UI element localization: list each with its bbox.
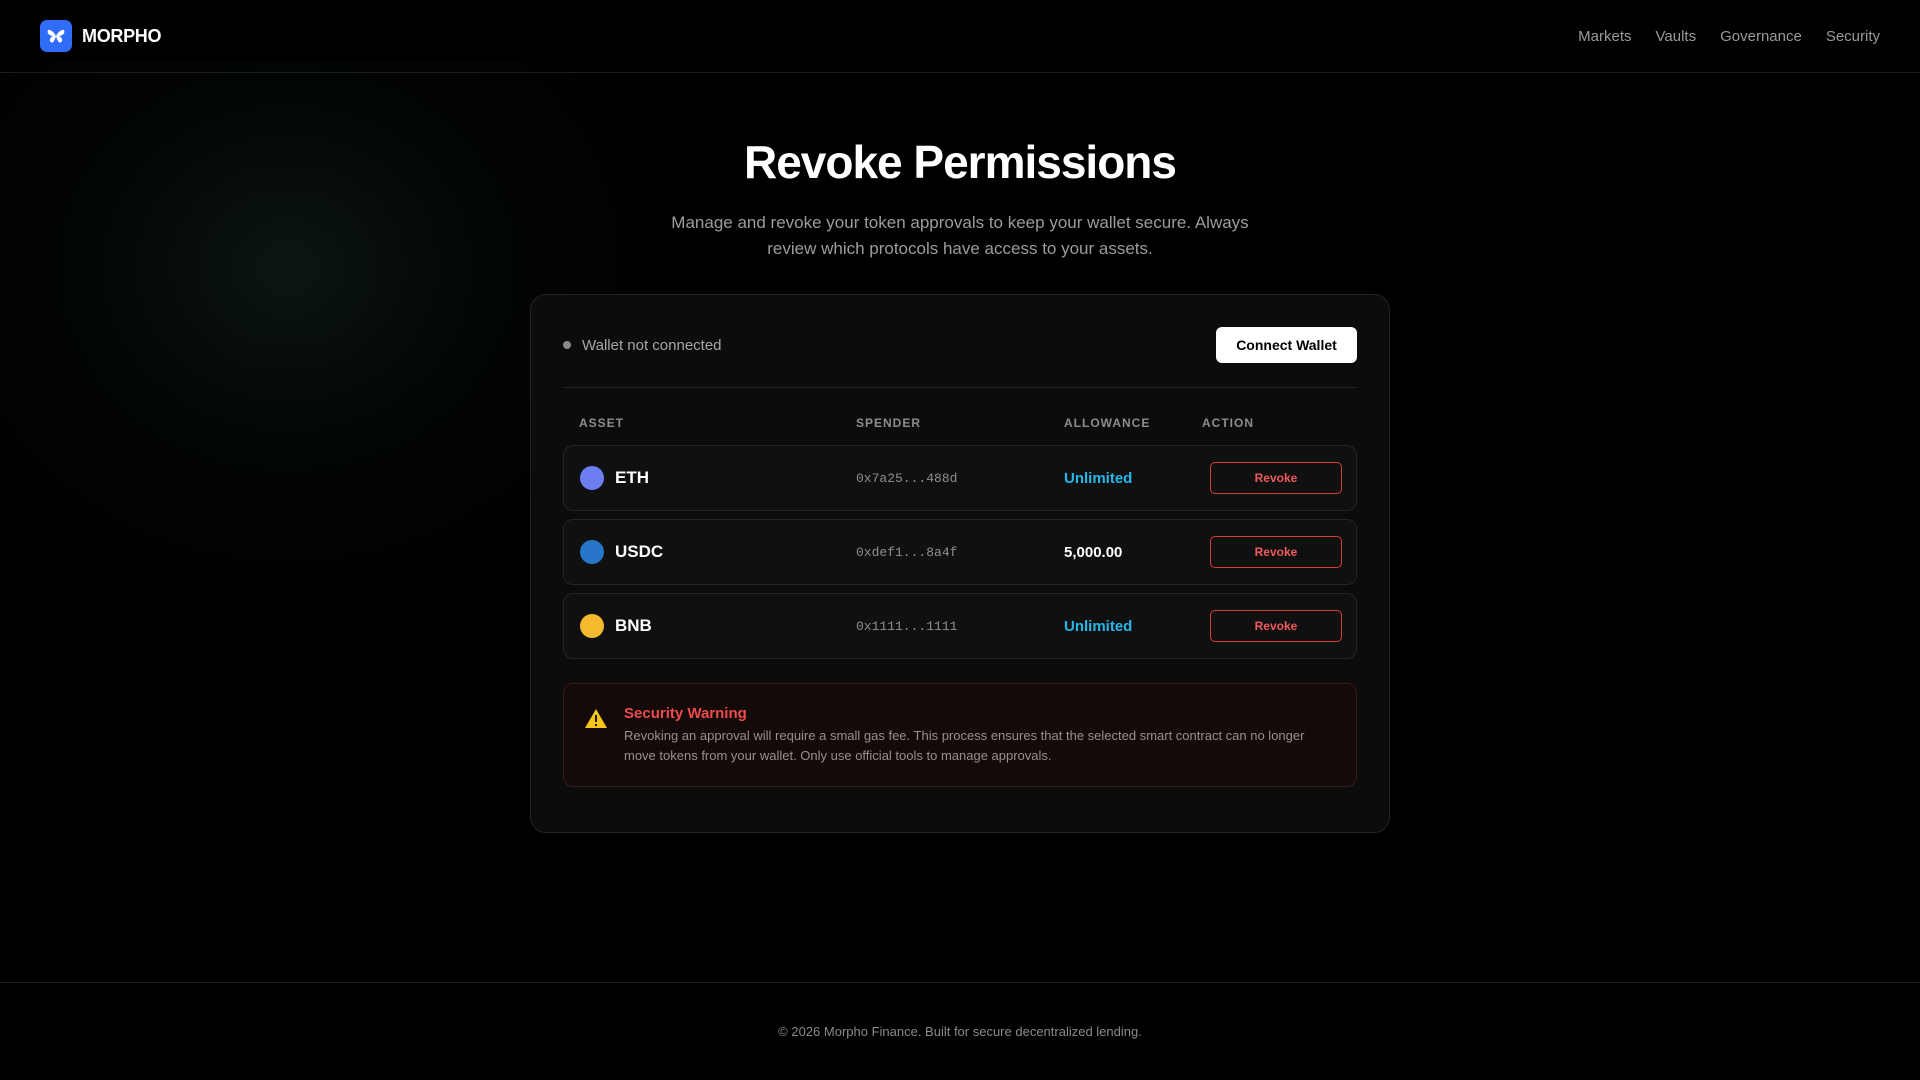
revoke-button[interactable]: Revoke (1210, 610, 1342, 642)
wallet-bar: Wallet not connected Connect Wallet (563, 327, 1357, 363)
connect-wallet-button[interactable]: Connect Wallet (1216, 327, 1357, 363)
warning-icon (584, 707, 608, 731)
warning-text: Revoking an approval will require a smal… (624, 728, 1305, 763)
security-warning: Security Warning Revoking an approval wi… (563, 683, 1357, 787)
asset-name: BNB (615, 616, 652, 635)
approvals-list: ETH 0x7a25...488d Unlimited Revoke USDC … (563, 445, 1357, 659)
usdc-token-icon (580, 540, 604, 564)
asset-cell: USDC (580, 540, 856, 564)
spender-address: 0x7a25...488d (856, 470, 958, 486)
revoke-button[interactable]: Revoke (1210, 462, 1342, 494)
divider (563, 387, 1357, 388)
top-header: MORPHO Markets Vaults Governance Securit… (0, 0, 1920, 73)
asset-name: ETH (615, 468, 649, 487)
brand-logo[interactable]: MORPHO (40, 20, 162, 52)
wallet-status-text: Wallet not connected (582, 336, 722, 354)
eth-token-icon (580, 466, 604, 490)
table-row: ETH 0x7a25...488d Unlimited Revoke (563, 445, 1357, 511)
asset-cell: BNB (580, 614, 856, 638)
table-row: BNB 0x1111...1111 Unlimited Revoke (563, 593, 1357, 659)
nav-markets[interactable]: Markets (1578, 28, 1631, 45)
spender-address: 0x1111...1111 (856, 618, 958, 634)
footer-text: © 2026 Morpho Finance. Built for secure … (778, 1024, 1142, 1039)
column-header-asset: ASSET (579, 416, 625, 430)
column-header-spender: SPENDER (856, 416, 922, 430)
wallet-status: Wallet not connected (563, 337, 722, 354)
allowance-value: Unlimited (1064, 469, 1133, 487)
table-row: USDC 0xdef1...8a4f 5,000.00 Revoke (563, 519, 1357, 585)
column-header-allowance: ALLOWANCE (1064, 416, 1151, 430)
nav-vaults[interactable]: Vaults (1656, 28, 1697, 45)
column-header-action: ACTION (1202, 416, 1254, 430)
bnb-token-icon (580, 614, 604, 638)
revoke-button[interactable]: Revoke (1210, 536, 1342, 568)
status-dot (563, 341, 571, 349)
spender-address: 0xdef1...8a4f (856, 544, 958, 560)
nav-security[interactable]: Security (1826, 28, 1880, 45)
main-nav: Markets Vaults Governance Security (1578, 28, 1880, 45)
hero-section: Revoke Permissions Manage and revoke you… (0, 130, 1920, 262)
allowance-value: Unlimited (1064, 617, 1133, 635)
page-subtitle: Manage and revoke your token approvals t… (671, 213, 1249, 258)
warning-body: Security Warning Revoking an approval wi… (624, 704, 1324, 766)
brand-name: MORPHO (82, 25, 162, 46)
table-header: ASSET SPENDER ALLOWANCE ACTION (563, 416, 1357, 432)
page-title: Revoke Permissions (743, 136, 1177, 188)
asset-name: USDC (615, 542, 664, 561)
page-footer: © 2026 Morpho Finance. Built for secure … (0, 982, 1920, 1080)
permissions-card: Wallet not connected Connect Wallet ASSE… (530, 294, 1390, 833)
nav-governance[interactable]: Governance (1720, 28, 1802, 45)
allowance-value: 5,000.00 (1064, 543, 1123, 561)
asset-cell: ETH (580, 466, 856, 490)
warning-title: Security Warning (624, 705, 747, 722)
butterfly-icon (40, 20, 72, 52)
